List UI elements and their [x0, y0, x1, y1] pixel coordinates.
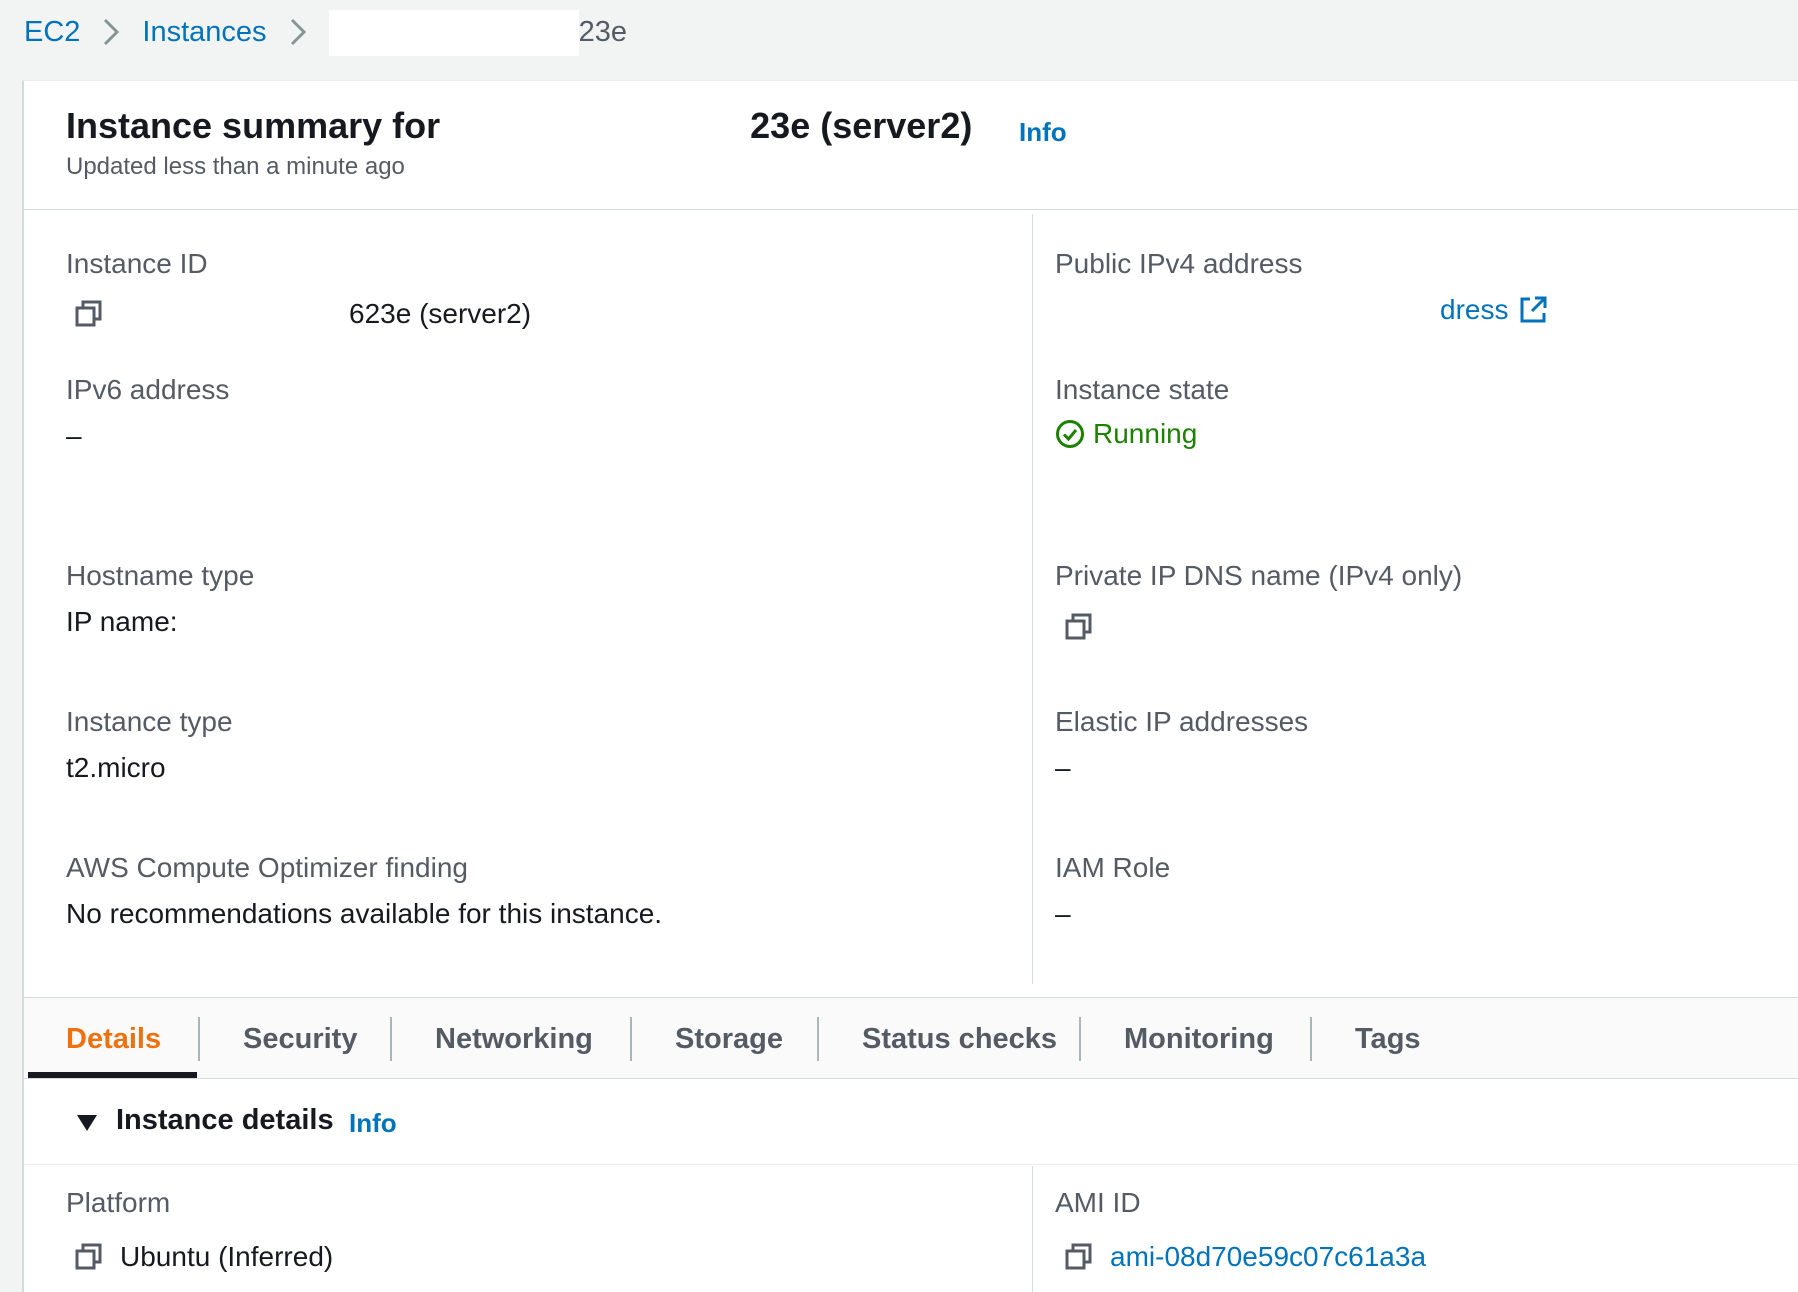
tab-divider [1079, 1017, 1081, 1061]
ami-id-label: AMI ID [1055, 1187, 1141, 1218]
instance-type-label: Instance type [66, 706, 233, 737]
private-dns-value [1064, 612, 1094, 642]
instance-state-label: Instance state [1055, 374, 1230, 405]
breadcrumb-current: 23e [328, 9, 627, 56]
active-tab-indicator [28, 1072, 197, 1078]
instance-summary-panel: Instance summary for 23e (server2) Info … [22, 80, 1798, 1292]
ipv6-label: IPv6 address [66, 374, 230, 405]
public-ipv4-value[interactable]: dress [1440, 294, 1548, 326]
breadcrumb-instances[interactable]: Instances [142, 16, 266, 49]
tab-details[interactable]: Details [66, 998, 161, 1080]
instance-state-value: Running [1055, 418, 1197, 450]
updated-text: Updated less than a minute ago [66, 153, 405, 180]
instance-type-value: t2.micro [66, 752, 166, 783]
redaction-block [328, 9, 579, 56]
copy-icon[interactable] [74, 299, 104, 329]
info-link[interactable]: Info [349, 1108, 397, 1139]
platform-text: Ubuntu (Inferred) [120, 1241, 334, 1272]
chevron-right-icon [102, 17, 120, 47]
copy-icon[interactable] [1064, 612, 1094, 642]
chevron-right-icon [289, 17, 307, 47]
column-divider [1032, 214, 1033, 984]
elastic-ip-label: Elastic IP addresses [1055, 706, 1309, 737]
public-ipv4-label: Public IPv4 address [1055, 248, 1303, 279]
optimizer-value: No recommendations available for this in… [66, 898, 663, 929]
instance-state-text: Running [1093, 418, 1198, 449]
tab-storage[interactable]: Storage [675, 998, 783, 1080]
hostname-type-label: Hostname type [66, 560, 255, 591]
title-suffix: 23e (server2) [750, 105, 973, 146]
instance-details-header: Instance details Info [24, 1080, 1798, 1165]
page-title: Instance summary for 23e (server2) [66, 105, 972, 147]
column-divider [1032, 1166, 1033, 1292]
caret-down-icon[interactable] [76, 1114, 98, 1137]
summary-grid: Instance ID 623e (server2) IPv6 address … [24, 210, 1798, 997]
copy-icon[interactable] [74, 1242, 104, 1272]
hostname-type-value: IP name: [66, 606, 178, 637]
private-dns-label: Private IP DNS name (IPv4 only) [1055, 560, 1463, 591]
elastic-ip-value: – [1055, 752, 1071, 783]
ami-id-link[interactable]: ami-08d70e59c07c61a3a [1110, 1241, 1426, 1273]
iam-role-value: – [1055, 898, 1071, 929]
title-prefix: Instance summary for [66, 105, 441, 146]
tab-divider [198, 1017, 200, 1061]
ipv6-value: – [66, 420, 82, 451]
instance-id-label: Instance ID [66, 248, 208, 279]
optimizer-label: AWS Compute Optimizer finding [66, 852, 468, 883]
platform-label: Platform [66, 1187, 171, 1218]
iam-role-label: IAM Role [1055, 852, 1171, 883]
public-ipv4-link[interactable]: dress [1440, 294, 1508, 326]
instance-id-value: 623e (server2) [74, 298, 531, 330]
tab-bar: Details Security Networking Storage Stat… [24, 997, 1798, 1079]
summary-header: Instance summary for 23e (server2) Info … [24, 81, 1798, 210]
instance-id-text: 623e (server2) [349, 298, 532, 329]
tab-divider [817, 1017, 819, 1061]
platform-value: Ubuntu (Inferred) [74, 1241, 333, 1273]
tab-divider [390, 1017, 392, 1061]
external-link-icon[interactable] [1518, 295, 1548, 325]
breadcrumb-current-label: 23e [578, 15, 627, 48]
tab-divider [1310, 1017, 1312, 1061]
check-circle-icon [1055, 419, 1085, 449]
tab-networking[interactable]: Networking [435, 998, 593, 1080]
tab-monitoring[interactable]: Monitoring [1124, 998, 1274, 1080]
breadcrumb-ec2[interactable]: EC2 [24, 16, 80, 49]
breadcrumb: EC2 Instances 23e [24, 9, 627, 56]
tab-security[interactable]: Security [243, 998, 357, 1080]
tab-status-checks[interactable]: Status checks [862, 998, 1057, 1080]
instance-details-title[interactable]: Instance details [116, 1104, 334, 1137]
tab-tags[interactable]: Tags [1355, 998, 1421, 1080]
info-link[interactable]: Info [1019, 117, 1067, 148]
copy-icon[interactable] [1064, 1242, 1094, 1272]
tab-divider [630, 1017, 632, 1061]
ami-id-value: ami-08d70e59c07c61a3a [1064, 1241, 1426, 1273]
